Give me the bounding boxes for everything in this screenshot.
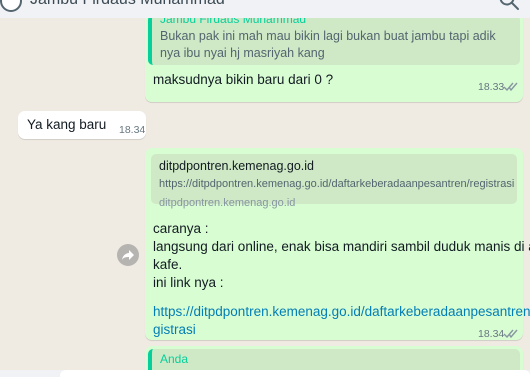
message-link[interactable]: https://ditpdpontren.kemenag.go.id/dafta… xyxy=(153,303,530,321)
composer-bar xyxy=(0,370,530,377)
outgoing-link-message[interactable]: ditpdpontren.kemenag.go.id https://ditpd… xyxy=(145,148,530,340)
double-check-icon xyxy=(503,82,518,92)
message-text-line: caranya : xyxy=(153,221,209,236)
incoming-message[interactable]: Ya kang baru 18.34 xyxy=(18,111,146,139)
quote-author: Jambu Firdaus Muhammad xyxy=(160,18,307,26)
link-preview-title: ditpdpontren.kemenag.go.id xyxy=(159,159,314,173)
message-text: maksudnya bikin baru dari 0 ? xyxy=(153,72,334,87)
message-text-line: langsung dari online, enak bisa mandiri … xyxy=(153,239,530,254)
quote-text: Bukan pak ini mah mau bikin lagi bukan b… xyxy=(160,29,496,60)
quoted-message[interactable]: Jambu Firdaus Muhammad Bukan pak ini mah… xyxy=(148,18,520,65)
message-input[interactable] xyxy=(60,370,530,377)
quote-author: Anda xyxy=(160,352,189,366)
message-time: 18.33 xyxy=(478,81,505,93)
chat-header: Jambu Firdaus Muhammad xyxy=(0,0,530,18)
link-preview-domain: ditpdpontren.kemenag.go.id xyxy=(159,197,296,209)
double-check-icon xyxy=(503,329,518,339)
link-preview[interactable]: ditpdpontren.kemenag.go.id https://ditpd… xyxy=(151,154,517,209)
contact-avatar[interactable] xyxy=(0,0,22,12)
message-time: 18.34 xyxy=(119,124,146,136)
message-list[interactable]: Jambu Firdaus Muhammad Bukan pak ini mah… xyxy=(0,18,530,370)
message-time: 18.34 xyxy=(478,328,505,340)
outgoing-message[interactable]: Jambu Firdaus Muhammad Bukan pak ini mah… xyxy=(145,18,523,102)
message-text: Ya kang baru xyxy=(27,117,107,132)
contact-name[interactable]: Jambu Firdaus Muhammad xyxy=(30,0,225,9)
link-preview-url: https://ditpdpontren.kemenag.go.id/dafta… xyxy=(159,178,515,190)
outgoing-message[interactable]: Anda xyxy=(145,346,523,370)
message-text-line: kafe. xyxy=(153,257,183,272)
message-link-continued[interactable]: gistrasi xyxy=(153,321,196,339)
message-text-line: ini link nya : xyxy=(153,275,224,290)
search-icon[interactable] xyxy=(498,0,520,11)
forward-button[interactable] xyxy=(117,244,139,266)
forward-icon xyxy=(122,250,134,260)
quoted-message[interactable]: Anda xyxy=(148,349,520,370)
